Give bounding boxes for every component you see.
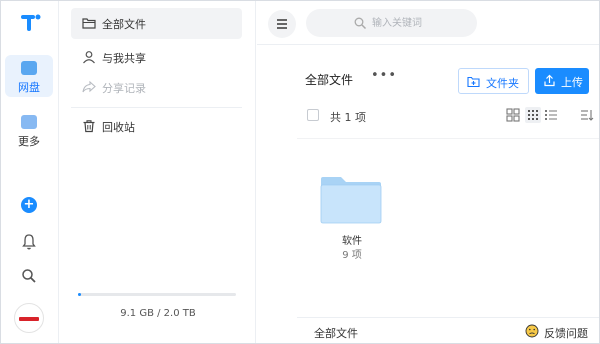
nav-divider <box>71 107 242 108</box>
search-icon <box>354 17 367 30</box>
nav-item-label: 与我共享 <box>102 52 146 65</box>
nav-item-label: 分享记录 <box>102 82 146 95</box>
app-logo-icon <box>21 14 41 31</box>
folder-item[interactable]: 软件 9 项 <box>317 175 387 265</box>
upload-icon <box>544 74 555 87</box>
share-icon <box>82 80 96 93</box>
bell-icon[interactable] <box>19 232 39 252</box>
status-footer: 全部文件 反馈问题 <box>297 317 599 343</box>
select-all-checkbox[interactable] <box>307 109 319 121</box>
page-title: 全部文件 <box>305 73 354 87</box>
folder-icon <box>320 177 382 224</box>
item-count: 共 1 项 <box>330 111 366 124</box>
rail-item-label: 更多 <box>18 135 40 148</box>
upload-label: 上传 <box>561 76 583 89</box>
nav-item-shared-with-me[interactable]: 与我共享 <box>71 42 242 73</box>
nav-panel: 全部文件 与我共享 分享记录 回收站 9.1 GB / 2.0 TB <box>60 1 256 343</box>
avatar-logo-icon <box>19 317 39 321</box>
upload-button[interactable]: 上传 <box>535 68 589 94</box>
footer-location-label: 全部文件 <box>314 327 358 340</box>
search-box[interactable] <box>306 9 477 37</box>
more-options-button[interactable]: ••• <box>371 68 397 83</box>
list-view-icon[interactable] <box>543 107 559 123</box>
toolbar-divider <box>297 138 599 139</box>
folder-item-count: 9 项 <box>342 250 362 261</box>
more-apps-icon <box>21 115 37 129</box>
rail-item-label: 网盘 <box>18 81 40 94</box>
main-area: 全部文件 ••• 文件夹 上传 共 1 项 <box>257 1 599 343</box>
feedback-face-icon <box>525 324 539 338</box>
search-icon[interactable] <box>19 266 39 286</box>
nav-item-label: 全部文件 <box>102 18 146 31</box>
storage-usage-text: 9.1 GB / 2.0 TB <box>120 308 196 319</box>
trash-icon <box>83 120 95 133</box>
nav-item-label: 回收站 <box>102 121 135 134</box>
avatar[interactable] <box>14 303 44 333</box>
app-rail: 网盘 更多 + <box>1 1 59 343</box>
top-bar <box>257 1 599 45</box>
small-grid-view-icon[interactable] <box>525 107 541 123</box>
storage-usage-fill <box>78 293 82 296</box>
sort-icon[interactable] <box>579 107 595 123</box>
menu-button[interactable] <box>268 10 296 38</box>
user-icon <box>83 51 95 64</box>
nav-item-all-files[interactable]: 全部文件 <box>71 8 242 39</box>
large-grid-view-icon[interactable] <box>505 107 521 123</box>
folder-name: 软件 <box>342 236 362 247</box>
feedback-label: 反馈问题 <box>544 327 588 340</box>
new-folder-label: 文件夹 <box>486 77 519 90</box>
menu-icon <box>277 19 287 21</box>
search-input[interactable] <box>372 15 472 31</box>
storage-usage-bar <box>78 293 236 296</box>
cloud-drive-icon <box>21 61 37 75</box>
rail-item-more[interactable]: 更多 <box>5 109 53 151</box>
folder-icon <box>82 18 96 29</box>
new-folder-icon <box>467 76 480 88</box>
nav-item-share-records[interactable]: 分享记录 <box>71 72 242 103</box>
nav-item-recycle-bin[interactable]: 回收站 <box>71 111 242 142</box>
new-folder-button[interactable]: 文件夹 <box>458 68 529 94</box>
rail-item-cloud-drive[interactable]: 网盘 <box>5 55 53 97</box>
add-button[interactable]: + <box>21 197 37 213</box>
